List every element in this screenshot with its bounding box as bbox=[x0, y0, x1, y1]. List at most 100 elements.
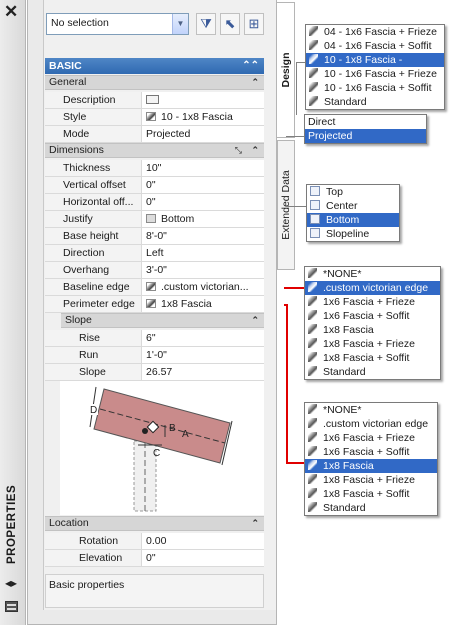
row-description[interactable]: Description bbox=[45, 92, 264, 109]
base-height-value[interactable]: 8'-0" bbox=[141, 228, 264, 245]
elevation-value[interactable]: 0" bbox=[141, 550, 264, 567]
callout-line-baseline bbox=[284, 287, 304, 289]
dimension-diagram-icon[interactable]: ⤡ bbox=[235, 144, 242, 157]
rotation-value[interactable]: 0.00 bbox=[141, 533, 264, 550]
diagram-label-a: A bbox=[182, 429, 189, 440]
list-item[interactable]: 1x6 Fascia + Soffit bbox=[305, 309, 440, 323]
direction-value[interactable]: Left bbox=[141, 245, 264, 262]
horizontal-offset-value[interactable]: 0" bbox=[141, 194, 264, 211]
list-item[interactable]: Slopeline bbox=[307, 227, 399, 241]
row-justify[interactable]: ✳ Justify Bottom bbox=[45, 211, 264, 228]
list-item[interactable]: Top bbox=[307, 185, 399, 199]
list-item-selected[interactable]: 1x8 Fascia bbox=[305, 459, 437, 473]
list-item[interactable]: 1x8 Fascia + Soffit bbox=[305, 487, 437, 501]
category-general[interactable]: General ⌃ bbox=[45, 75, 264, 90]
select-objects-button[interactable]: ⬉ bbox=[220, 13, 240, 35]
category-location[interactable]: Location ⌃ bbox=[45, 516, 264, 531]
row-horizontal-offset[interactable]: C Horizontal off... 0" bbox=[45, 194, 264, 211]
collapse-icon[interactable]: ⌃ bbox=[251, 517, 259, 530]
list-item[interactable]: Direct bbox=[305, 115, 426, 129]
tab-design[interactable]: Design bbox=[277, 2, 295, 138]
list-item[interactable]: 1x8 Fascia + Frieze bbox=[305, 337, 440, 351]
description-value[interactable] bbox=[141, 92, 264, 109]
edge-style-icon bbox=[308, 502, 317, 512]
overhang-value[interactable]: 3'-0" bbox=[141, 262, 264, 279]
list-item[interactable]: 10 - 1x6 Fascia + Frieze bbox=[306, 67, 444, 81]
description-dialog-icon[interactable] bbox=[146, 95, 159, 104]
justify-bottom-icon bbox=[146, 214, 156, 223]
style-value[interactable]: 10 - 1x8 Fascia bbox=[141, 109, 264, 126]
list-item[interactable]: *NONE* bbox=[305, 267, 440, 281]
list-item[interactable]: 04 - 1x6 Fascia + Frieze bbox=[306, 25, 444, 39]
slope-value[interactable]: 26.57 bbox=[141, 364, 264, 381]
list-item-selected[interactable]: Bottom bbox=[307, 213, 399, 227]
auto-hide-icon[interactable]: ◂▸ bbox=[5, 576, 17, 590]
row-baseline-edge[interactable]: ✳ Baseline edge .custom victorian... bbox=[45, 279, 264, 296]
run-value[interactable]: 1'-0" bbox=[141, 347, 264, 364]
chevron-down-icon[interactable]: ▼ bbox=[172, 14, 188, 34]
list-item[interactable]: Center bbox=[307, 199, 399, 213]
list-item-selected[interactable]: Projected bbox=[305, 129, 426, 143]
row-base-height[interactable]: ✳ Base height 8'-0" bbox=[45, 228, 264, 245]
tab-extended-data[interactable]: Extended Data bbox=[277, 140, 295, 270]
row-thickness[interactable]: A Thickness 10" bbox=[45, 160, 264, 177]
list-item[interactable]: 1x8 Fascia + Soffit bbox=[305, 351, 440, 365]
collapse-icon[interactable]: ⌃ bbox=[251, 144, 259, 157]
category-slope[interactable]: Slope ⌃ bbox=[61, 313, 264, 328]
category-dimensions[interactable]: Dimensions ⤡ ⌃ bbox=[45, 143, 264, 158]
row-mode[interactable]: ✳ Mode Projected bbox=[45, 126, 264, 143]
list-item[interactable]: *NONE* bbox=[305, 403, 437, 417]
list-item[interactable]: 04 - 1x6 Fascia + Soffit bbox=[306, 39, 444, 53]
list-item[interactable]: 10 - 1x6 Fascia + Soffit bbox=[306, 81, 444, 95]
row-label: Horizontal off... bbox=[45, 194, 141, 211]
roof-edge-diagram: D B A C bbox=[60, 381, 264, 515]
style-swatch-icon bbox=[309, 40, 318, 50]
list-item[interactable]: 1x6 Fascia + Frieze bbox=[305, 431, 437, 445]
collapse-icon[interactable]: ⌃ bbox=[251, 314, 259, 327]
collapse-icon[interactable]: ⌃⌃ bbox=[242, 58, 259, 74]
list-item-selected[interactable]: 10 - 1x8 Fascia - bbox=[306, 53, 444, 67]
row-rotation[interactable]: Rotation 0.00 bbox=[45, 533, 264, 550]
row-slope[interactable]: Slope 26.57 bbox=[45, 364, 264, 381]
list-item-selected[interactable]: .custom victorian edge bbox=[305, 281, 440, 295]
row-style[interactable]: Style 10 - 1x8 Fascia bbox=[45, 109, 264, 126]
list-item[interactable]: Standard bbox=[305, 501, 437, 515]
cursor-select-icon: ⬉ bbox=[224, 16, 236, 31]
list-item[interactable]: 1x8 Fascia + Frieze bbox=[305, 473, 437, 487]
perimeter-edge-dropdown-list[interactable]: *NONE* .custom victorian edge 1x6 Fascia… bbox=[304, 402, 438, 516]
quick-select-button[interactable]: ⊞ bbox=[244, 13, 264, 35]
row-rise[interactable]: Rise 6" bbox=[45, 330, 264, 347]
justify-value[interactable]: Bottom bbox=[141, 211, 264, 228]
edge-style-icon bbox=[308, 366, 317, 376]
perimeter-edge-value[interactable]: 1x8 Fascia bbox=[141, 296, 264, 313]
row-run[interactable]: Run 1'-0" bbox=[45, 347, 264, 364]
collapse-icon[interactable]: ⌃ bbox=[251, 76, 259, 89]
selection-dropdown[interactable]: No selection ▼ bbox=[46, 13, 189, 35]
list-item[interactable]: Standard bbox=[306, 95, 444, 109]
row-direction[interactable]: ✳ Direction Left bbox=[45, 245, 264, 262]
row-elevation[interactable]: Elevation 0" bbox=[45, 550, 264, 567]
row-vertical-offset[interactable]: B Vertical offset 0" bbox=[45, 177, 264, 194]
rise-value[interactable]: 6" bbox=[141, 330, 264, 347]
row-perimeter-edge[interactable]: ✳ Perimeter edge 1x8 Fascia bbox=[45, 296, 264, 313]
list-item[interactable]: Standard bbox=[305, 365, 440, 379]
mode-value[interactable]: Projected bbox=[141, 126, 264, 143]
section-basic[interactable]: BASIC ⌃⌃ bbox=[45, 58, 264, 74]
list-item[interactable]: 1x6 Fascia + Frieze bbox=[305, 295, 440, 309]
list-item[interactable]: .custom victorian edge bbox=[305, 417, 437, 431]
edge-style-icon bbox=[308, 432, 317, 442]
thickness-value[interactable]: 10" bbox=[141, 160, 264, 177]
vertical-offset-value[interactable]: 0" bbox=[141, 177, 264, 194]
baseline-edge-value[interactable]: .custom victorian... bbox=[141, 279, 264, 296]
baseline-edge-dropdown-list[interactable]: *NONE* .custom victorian edge 1x6 Fascia… bbox=[304, 266, 441, 380]
list-item[interactable]: 1x6 Fascia + Soffit bbox=[305, 445, 437, 459]
toggle-pickadd-button[interactable]: ⧩ bbox=[196, 13, 216, 35]
palette-menu-icon[interactable] bbox=[5, 601, 18, 612]
style-dropdown-list[interactable]: 04 - 1x6 Fascia + Frieze 04 - 1x6 Fascia… bbox=[305, 24, 445, 110]
close-icon[interactable]: ✕ bbox=[4, 3, 18, 20]
justify-dropdown-list[interactable]: Top Center Bottom Slopeline bbox=[306, 184, 400, 242]
list-item[interactable]: 1x8 Fascia bbox=[305, 323, 440, 337]
row-overhang[interactable]: ✳ Overhang 3'-0" bbox=[45, 262, 264, 279]
mode-dropdown-list[interactable]: Direct Projected bbox=[304, 114, 427, 144]
diagram-label-d: D bbox=[90, 405, 97, 416]
